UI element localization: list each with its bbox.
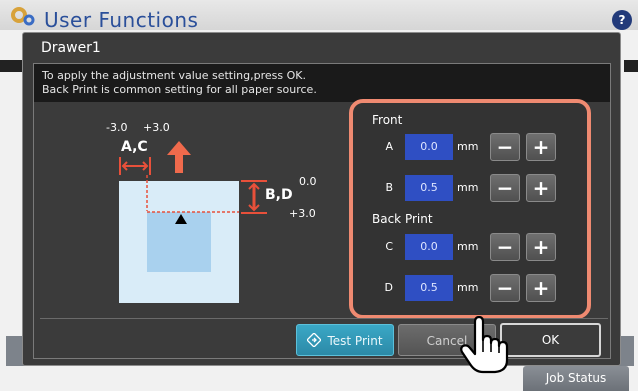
decrease-b-button[interactable]: −	[490, 174, 520, 202]
back-print-label: Back Print	[372, 212, 433, 226]
range-max-horizontal: +3.0	[143, 121, 170, 134]
value-c-field[interactable]: 0.0	[405, 234, 453, 260]
value-d-field[interactable]: 0.5	[405, 275, 453, 301]
diamond-arrow-icon	[306, 332, 323, 348]
range-min-vertical: 0.0	[299, 175, 317, 188]
increase-b-button[interactable]: +	[526, 174, 556, 202]
label-ac: A,C	[121, 139, 148, 155]
increase-d-button[interactable]: +	[526, 274, 556, 302]
row-label-a: A	[385, 140, 393, 153]
test-print-button[interactable]: Test Print	[296, 324, 394, 356]
increase-c-button[interactable]: +	[526, 233, 556, 261]
unit-label: mm	[457, 140, 479, 153]
decrease-d-button[interactable]: −	[490, 274, 520, 302]
adjustment-panel: Front A 0.0 mm − + B 0.5 mm − + Back Pri…	[349, 99, 591, 319]
paper-position-diagram: -3.0 +3.0 A,C B,D 0.0 +3.0	[83, 119, 343, 319]
gear-icon	[11, 7, 35, 26]
unit-label: mm	[457, 281, 479, 294]
front-label: Front	[372, 113, 403, 127]
unit-label: mm	[457, 181, 479, 194]
background-strip	[0, 60, 24, 72]
dialog-title: Drawer1	[41, 40, 101, 56]
label-bd: B,D	[265, 187, 293, 203]
row-label-b: B	[385, 181, 393, 194]
help-icon[interactable]: ?	[612, 10, 632, 30]
test-print-label: Test Print	[327, 334, 383, 348]
drawer-adjust-dialog: Drawer1 To apply the adjustment value se…	[22, 32, 621, 366]
job-status-button[interactable]: Job Status	[523, 366, 629, 391]
message-line: To apply the adjustment value setting,pr…	[42, 69, 306, 82]
message-line: Back Print is common setting for all pap…	[42, 83, 317, 96]
row-label-d: D	[384, 281, 393, 294]
increase-a-button[interactable]: +	[526, 133, 556, 161]
range-min-horizontal: -3.0	[106, 121, 128, 134]
up-arrow-icon	[167, 141, 191, 173]
message-bar: To apply the adjustment value setting,pr…	[34, 64, 610, 102]
unit-label: mm	[457, 240, 479, 253]
value-a-field[interactable]: 0.0	[405, 134, 453, 160]
horizontal-arrow-icon	[119, 157, 151, 175]
hand-pointer-icon	[460, 316, 509, 374]
range-max-vertical: +3.0	[289, 207, 316, 220]
background-strip	[624, 60, 638, 72]
decrease-c-button[interactable]: −	[490, 233, 520, 261]
app-title: User Functions	[44, 8, 199, 32]
ok-button[interactable]: OK	[500, 323, 601, 357]
value-b-field[interactable]: 0.5	[405, 175, 453, 201]
divider	[40, 318, 608, 319]
decrease-a-button[interactable]: −	[490, 133, 520, 161]
row-label-c: C	[385, 240, 393, 253]
